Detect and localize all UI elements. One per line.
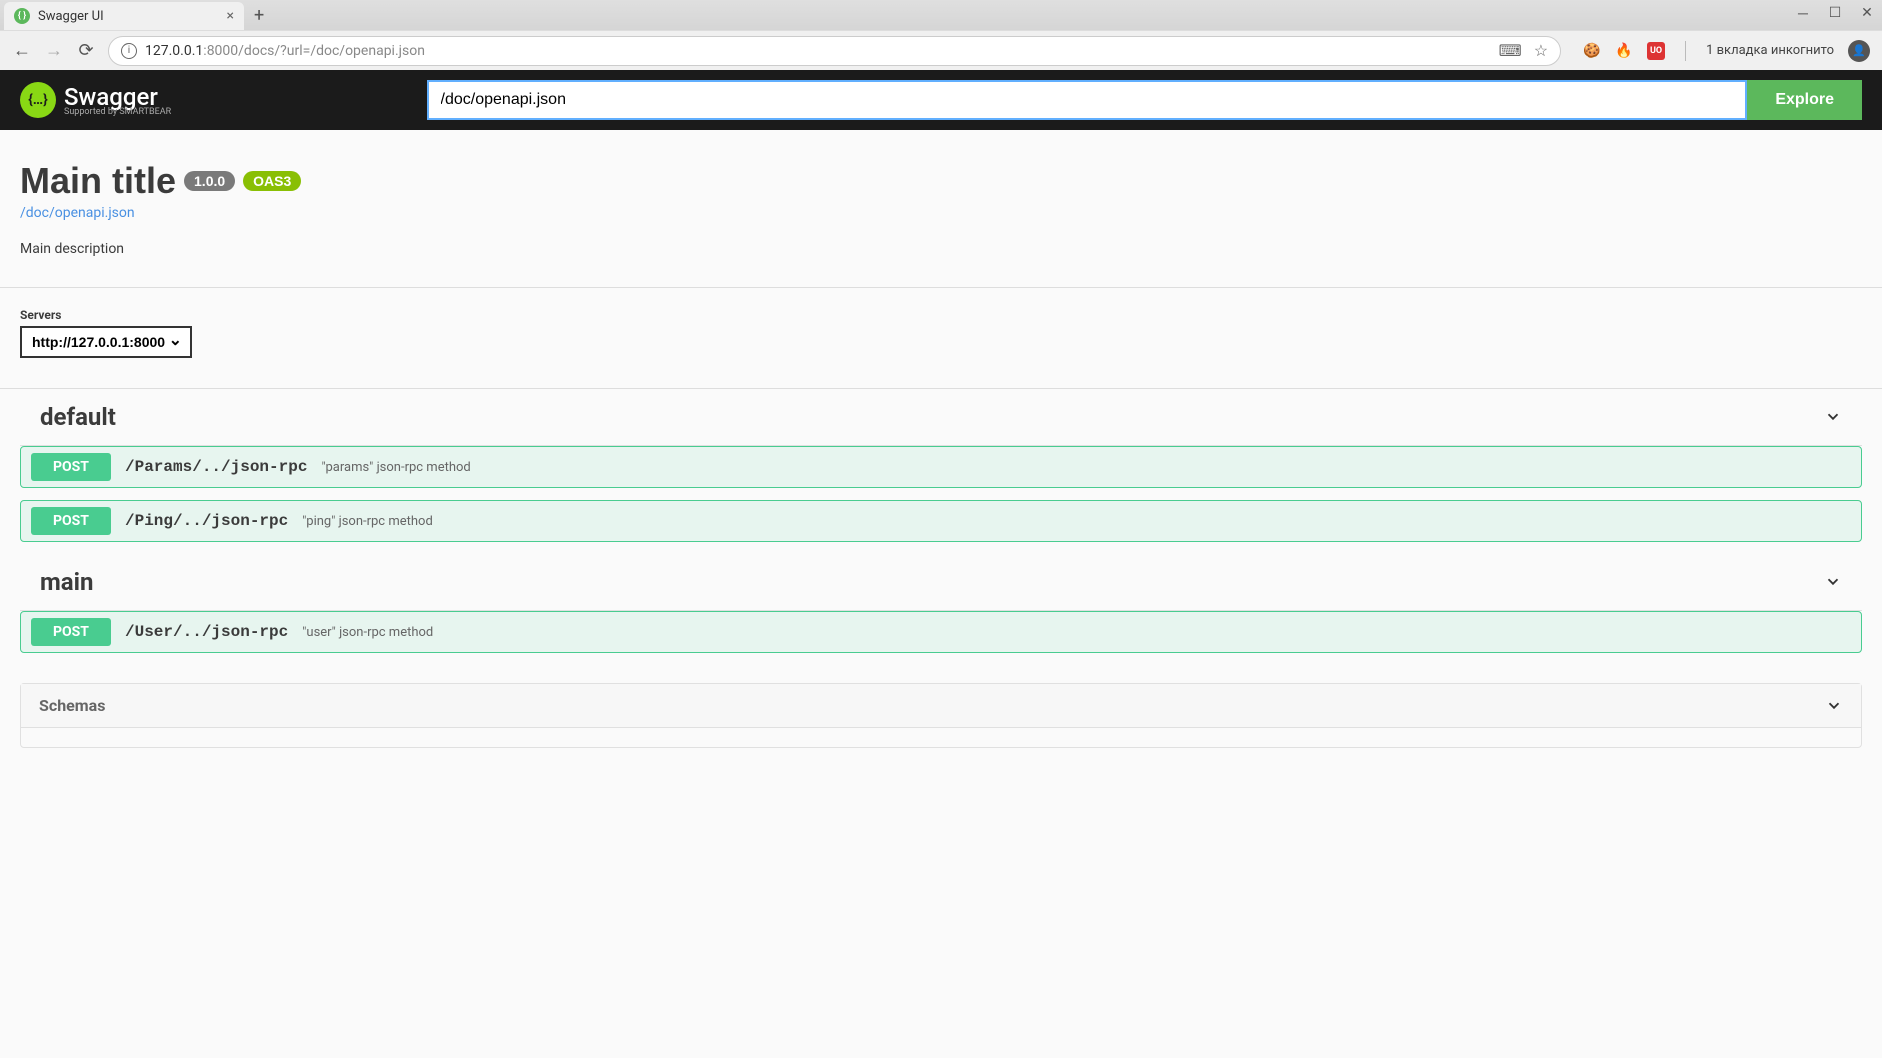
toolbar-icons: 🍪 🔥 UO 1 вкладка инкогнито 👤 [1583,40,1870,62]
method-badge: POST [31,618,111,646]
chevron-down-icon [1824,573,1842,591]
operation-block[interactable]: POST /User/../json-rpc "user" json-rpc m… [20,611,1862,653]
incognito-avatar-icon[interactable]: 👤 [1848,40,1870,62]
schemas-section: Schemas [20,683,1862,748]
tab-title: Swagger UI [38,9,219,24]
minimize-icon[interactable]: ─ [1796,6,1810,20]
incognito-label: 1 вкладка инкогнито [1706,43,1834,58]
tab-close-icon[interactable]: × [227,8,234,24]
api-title-row: Main title 1.0.0 OAS3 [20,160,1862,202]
url-host: 127.0.0.1 [145,43,203,59]
forward-button[interactable]: → [44,40,64,61]
back-button[interactable]: ← [12,40,32,61]
tag-name: default [40,403,116,431]
toolbar-divider [1685,41,1686,61]
swagger-logo-subtitle: Supported by SMARTBEAR [64,107,171,117]
schemas-body [21,727,1861,747]
schemas-header[interactable]: Schemas [21,684,1861,727]
content-area: Main title 1.0.0 OAS3 /doc/openapi.json … [0,130,1882,748]
window-controls: ─ ☐ ✕ [1796,6,1874,20]
tag-header[interactable]: main [20,554,1862,611]
url-bar[interactable]: i 127.0.0.1:8000/docs/?url=/doc/openapi.… [108,36,1561,66]
tab-strip: { } Swagger UI × + ─ ☐ ✕ [0,0,1882,30]
tag-name: main [40,568,93,596]
close-window-icon[interactable]: ✕ [1860,6,1874,20]
swagger-topbar: {…} Swagger Supported by SMARTBEAR Explo… [0,70,1882,130]
extension-icon-1[interactable]: 🍪 [1583,42,1601,60]
tag-header[interactable]: default [20,389,1862,446]
api-title: Main title [20,160,176,202]
chevron-down-icon [1824,408,1842,426]
oas-badge: OAS3 [243,171,301,191]
bookmark-star-icon[interactable]: ☆ [1534,41,1548,60]
schemas-title: Schemas [39,696,105,715]
operation-path: /Params/../json-rpc [125,458,307,476]
api-description: Main description [20,241,1862,257]
servers-section: Servers http://127.0.0.1:8000 [20,308,1862,358]
chevron-down-icon [1825,697,1843,715]
new-tab-button[interactable]: + [254,5,264,26]
browser-tab-active[interactable]: { } Swagger UI × [4,2,244,30]
servers-select[interactable]: http://127.0.0.1:8000 [20,326,192,358]
servers-label: Servers [20,308,1862,322]
swagger-favicon-icon: { } [14,8,30,24]
url-text: 127.0.0.1:8000/docs/?url=/doc/openapi.js… [145,43,1491,59]
tag-section-main: main POST /User/../json-rpc "user" json-… [20,554,1862,653]
operation-block[interactable]: POST /Ping/../json-rpc "ping" json-rpc m… [20,500,1862,542]
operation-summary: "ping" json-rpc method [302,514,433,529]
navigation-bar: ← → ⟳ i 127.0.0.1:8000/docs/?url=/doc/op… [0,30,1882,70]
api-info: Main title 1.0.0 OAS3 /doc/openapi.json … [20,160,1862,257]
operation-path: /User/../json-rpc [125,623,288,641]
swagger-logo[interactable]: {…} Swagger Supported by SMARTBEAR [20,82,171,118]
divider [0,287,1882,288]
explore-button[interactable]: Explore [1747,80,1862,120]
url-path: :8000/docs/?url=/doc/openapi.json [203,43,425,59]
url-input-group: Explore [427,80,1862,120]
operation-block[interactable]: POST /Params/../json-rpc "params" json-r… [20,446,1862,488]
spec-url-input[interactable] [427,80,1748,120]
extension-icon-3[interactable]: UO [1647,42,1665,60]
browser-chrome: { } Swagger UI × + ─ ☐ ✕ ← → ⟳ i 127.0.0… [0,0,1882,70]
reload-button[interactable]: ⟳ [76,40,96,61]
method-badge: POST [31,507,111,535]
version-badge: 1.0.0 [184,171,235,191]
operation-summary: "user" json-rpc method [302,625,433,640]
spec-link[interactable]: /doc/openapi.json [20,205,135,221]
translate-icon[interactable]: ⌨ [1499,41,1522,60]
tag-section-default: default POST /Params/../json-rpc "params… [20,389,1862,542]
swagger-logo-icon: {…} [20,82,56,118]
site-info-icon[interactable]: i [121,43,137,59]
operation-path: /Ping/../json-rpc [125,512,288,530]
method-badge: POST [31,453,111,481]
maximize-icon[interactable]: ☐ [1828,6,1842,20]
operation-summary: "params" json-rpc method [321,460,470,475]
extension-icon-2[interactable]: 🔥 [1615,42,1633,60]
